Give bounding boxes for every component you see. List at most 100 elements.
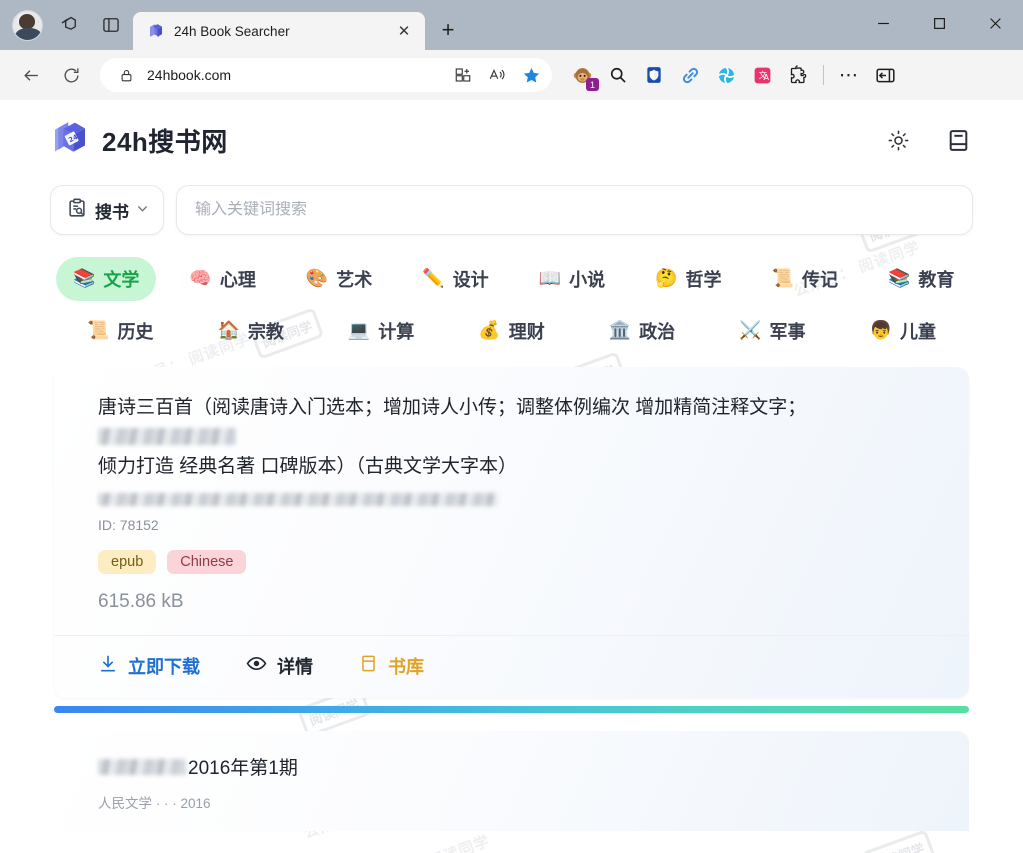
thinking-face-icon: 🤔 — [655, 268, 678, 289]
category-chip-zhuanji[interactable]: 📜 传记 — [755, 257, 855, 301]
category-label: 教育 — [918, 270, 955, 290]
category-chip-zongjiao[interactable]: 🏠 宗教 — [200, 309, 300, 353]
translate-extension-icon[interactable]: 文A — [746, 59, 778, 91]
browser-toolbar: 24hbook.com 1 文 A ⋯ — [0, 50, 1023, 100]
search-row: 搜书 — [28, 173, 995, 235]
browser-window: 24h Book Searcher ✕ + 24hbook.com 1 文 A … — [0, 0, 1023, 853]
link-extension-icon[interactable] — [674, 59, 706, 91]
split-pane-icon[interactable] — [95, 9, 127, 41]
watermark: 公众号： 阅读同学 — [360, 830, 492, 853]
library-book-icon[interactable] — [943, 126, 973, 156]
category-label: 历史 — [117, 322, 154, 342]
search-type-selector[interactable]: 搜书 — [50, 185, 164, 235]
detail-button[interactable]: 详情 — [246, 653, 313, 679]
site-header: 24 24h搜书网 — [28, 100, 995, 173]
next-book-title: 2016年第1期 — [98, 753, 925, 780]
monkey-extension-icon[interactable]: 1 — [566, 59, 599, 91]
category-chip-sheji[interactable]: ✏️ 设计 — [405, 257, 505, 301]
category-filters: 📚 文学 🧠 心理 🎨 艺术 ✏️ 设计 📖 小说 🤔 哲学 📜 传记 📚 教育… — [28, 235, 995, 353]
category-label: 传记 — [801, 270, 838, 290]
book-icon — [359, 654, 378, 678]
book-tags: epub Chinese — [98, 550, 925, 575]
theme-toggle-sun-icon[interactable] — [883, 126, 913, 156]
tab-collections-icon[interactable] — [53, 9, 85, 41]
pencil-icon: ✏️ — [422, 268, 445, 289]
open-book-icon: 📖 — [538, 268, 562, 289]
category-chip-yishu[interactable]: 🎨 艺术 — [289, 257, 389, 301]
profile-avatar[interactable] — [12, 9, 43, 41]
category-label: 宗教 — [247, 322, 284, 342]
category-chip-lishi[interactable]: 📜 历史 — [70, 309, 170, 353]
next-result-card[interactable]: 2016年第1期 人民文学 · · · 2016 — [54, 731, 969, 832]
download-icon — [98, 654, 118, 679]
category-label: 设计 — [452, 270, 489, 290]
star-filled-icon[interactable] — [518, 62, 544, 88]
progress-gradient-bar — [54, 706, 969, 714]
brand[interactable]: 24 24h搜书网 — [50, 118, 228, 163]
brain-icon: 🧠 — [189, 268, 212, 289]
category-row-1: 📚 文学 🧠 心理 🎨 艺术 ✏️ 设计 📖 小说 🤔 哲学 📜 传记 📚 教育 — [50, 257, 973, 301]
detail-label: 详情 — [277, 657, 313, 678]
category-chip-xiaoshuo[interactable]: 📖 小说 — [522, 257, 622, 301]
browser-tab[interactable]: 24h Book Searcher ✕ — [133, 12, 425, 50]
category-chip-licai[interactable]: 💰 理财 — [461, 309, 561, 353]
page-viewport: 公众号： 阅读同学 公众号： 阅读同学 阅读同学 阅读同学 阅读同学 阅读同学 … — [0, 100, 1023, 853]
redacted-title-fragment — [98, 428, 236, 446]
redacted-author-line — [98, 493, 498, 507]
search-input-wrapper[interactable] — [176, 185, 973, 235]
redacted-title-fragment — [98, 758, 186, 775]
clipboard-search-icon — [66, 197, 88, 224]
chevron-down-icon[interactable] — [136, 202, 149, 218]
category-chip-xinli[interactable]: 🧠 心理 — [172, 257, 272, 301]
category-chip-zhexue[interactable]: 🤔 哲学 — [638, 257, 738, 301]
sidebar-toggle-icon[interactable] — [869, 59, 901, 91]
tag-format[interactable]: epub — [98, 550, 157, 575]
category-chip-jisuan[interactable]: 💻 计算 — [331, 309, 431, 353]
category-label: 计算 — [378, 322, 415, 342]
category-chip-wenxue[interactable]: 📚 文学 — [56, 257, 157, 301]
window-controls — [855, 0, 1023, 46]
result-card-actions: 立即下载 详情 书库 — [54, 636, 969, 698]
globe-extension-icon[interactable] — [710, 59, 742, 91]
tag-language[interactable]: Chinese — [167, 550, 247, 575]
category-chip-ertong[interactable]: 👦 儿童 — [853, 309, 953, 353]
category-label: 政治 — [639, 322, 676, 342]
download-button[interactable]: 立即下载 — [98, 653, 200, 679]
shield-extension-icon[interactable] — [638, 59, 670, 91]
new-tab-button[interactable]: + — [431, 13, 465, 47]
book-title[interactable]: 唐诗三百首（阅读唐诗入门选本；增加诗人小传；调整体例编次 增加精简注释文字； 倾… — [98, 393, 925, 481]
books-icon: 📚 — [73, 268, 96, 289]
tab-strip: 24h Book Searcher ✕ + — [0, 0, 1023, 50]
more-options-icon[interactable]: ⋯ — [833, 59, 865, 91]
category-label: 儿童 — [899, 322, 936, 342]
search-input[interactable] — [195, 201, 954, 219]
money-bag-icon: 💰 — [478, 320, 501, 341]
category-chip-jiaoyu[interactable]: 📚 教育 — [871, 257, 971, 301]
category-chip-zhengzhi[interactable]: 🏛️ 政治 — [592, 309, 692, 353]
window-close-icon[interactable] — [967, 0, 1023, 46]
address-bar[interactable]: 24hbook.com — [100, 58, 552, 92]
header-actions — [883, 126, 973, 156]
read-aloud-icon[interactable] — [484, 62, 510, 88]
download-label: 立即下载 — [128, 657, 200, 678]
minimize-icon[interactable] — [855, 0, 911, 46]
palette-icon: 🎨 — [305, 268, 329, 289]
close-icon[interactable]: ✕ — [393, 20, 415, 42]
maximize-icon[interactable] — [911, 0, 967, 46]
extensions-strip: 1 文A ⋯ — [566, 59, 901, 91]
puzzle-extensions-icon[interactable] — [782, 59, 814, 91]
book-id: ID: 78152 — [98, 517, 159, 534]
library-button[interactable]: 书库 — [359, 653, 424, 679]
category-label: 艺术 — [336, 270, 373, 290]
back-arrow-icon[interactable] — [14, 58, 48, 92]
split-screen-icon[interactable] — [450, 62, 476, 88]
eye-icon — [246, 653, 267, 679]
classical-building-icon: 🏛️ — [608, 320, 632, 341]
search-extension-icon[interactable] — [602, 59, 634, 91]
lock-icon — [113, 62, 139, 88]
toolbar-separator — [823, 65, 824, 85]
reload-icon[interactable] — [54, 58, 88, 92]
page-title: 24h搜书网 — [102, 127, 228, 157]
category-chip-junshi[interactable]: ⚔️ 军事 — [722, 309, 822, 353]
category-label: 军事 — [769, 322, 806, 342]
